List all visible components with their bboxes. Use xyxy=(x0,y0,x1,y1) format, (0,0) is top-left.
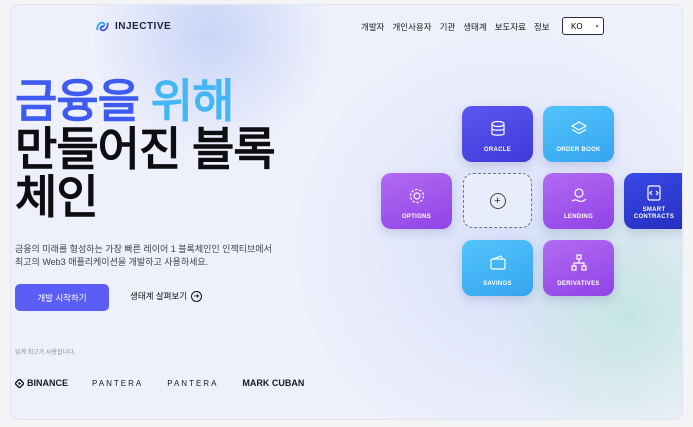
landing-page: INJECTIVE 개발자 개인사용자 기관 생태계 보도자료 정보 KO ▲ … xyxy=(10,4,683,420)
tile-smart-contracts-label-2: CONTRACTS xyxy=(633,214,675,220)
language-value: KO xyxy=(571,21,583,31)
language-select[interactable]: KO ▲ xyxy=(562,17,604,35)
partner-logos: BINANCE PANTERA PANTERA MARK CUBAN xyxy=(15,378,304,388)
partner-pantera-2: PANTERA xyxy=(167,378,219,388)
brand-logo[interactable]: INJECTIVE xyxy=(95,19,171,34)
tile-derivatives[interactable]: DERIVATIVES xyxy=(543,240,614,296)
tile-lending[interactable]: LENDING xyxy=(543,173,614,229)
brand-name: INJECTIVE xyxy=(115,21,172,32)
tile-derivatives-label: DERIVATIVES xyxy=(557,281,600,287)
code-icon xyxy=(647,185,661,201)
gear-icon xyxy=(409,188,424,204)
tile-add[interactable]: + xyxy=(463,173,532,228)
nav-item-press[interactable]: 보도자료 xyxy=(495,21,526,33)
hero-subtitle: 금융의 미래를 형성하는 가장 빠른 레이어 1 블록체인인 인젝티브에서 최고… xyxy=(15,243,315,269)
tile-savings-label: SAVINGS xyxy=(483,281,512,287)
arrow-right-circle-icon: ➜ xyxy=(191,290,203,302)
hero-title: 금융을 위해 만들어진 블록 체인 xyxy=(15,75,276,223)
hero-subtitle-line1: 금융의 미래를 형성하는 가장 빠른 레이어 1 블록체인인 인젝티브에서 xyxy=(15,244,272,254)
nav-item-ecosystem[interactable]: 생태계 xyxy=(463,21,486,33)
explore-ecosystem-link[interactable]: 생태계 살펴보기 ➜ xyxy=(130,290,203,302)
start-building-button[interactable]: 개발 시작하기 xyxy=(15,284,109,311)
nav-item-about[interactable]: 정보 xyxy=(534,21,550,33)
hand-coin-icon xyxy=(571,188,586,202)
tile-oracle[interactable]: ORACLE xyxy=(462,106,533,162)
hero-title-part1: 금융을 xyxy=(15,75,151,127)
tile-smart-contracts-label-1: SMART xyxy=(642,207,666,213)
tile-options[interactable]: OPTIONS xyxy=(381,173,452,229)
trusted-caption: 업계 최고가 사용합니다. xyxy=(15,350,76,356)
hero-subtitle-line2: 최고의 Web3 애플리케이션을 개발하고 사용하세요. xyxy=(15,257,209,267)
tile-smart-contracts[interactable]: SMART CONTRACTS xyxy=(624,173,682,229)
partner-pantera: PANTERA xyxy=(92,378,144,388)
layers-icon xyxy=(570,121,587,135)
wallet-icon xyxy=(489,255,506,270)
tile-lending-label: LENDING xyxy=(563,214,594,220)
nav-item-developers[interactable]: 개발자 xyxy=(361,21,384,33)
chevron-icon: ▲ xyxy=(594,23,600,29)
tile-order-book-label: ORDER BOOK xyxy=(556,147,601,153)
hero-title-part2: 위해 xyxy=(150,75,235,127)
partner-binance-label: BINANCE xyxy=(27,378,69,388)
top-nav: 개발자 개인사용자 기관 생태계 보도자료 정보 xyxy=(361,21,550,33)
injective-logo-icon xyxy=(96,21,109,32)
nav-item-institutions[interactable]: 기관 xyxy=(440,21,456,33)
binance-logo-icon xyxy=(15,378,24,388)
partner-binance: BINANCE xyxy=(15,378,68,388)
plus-icon: + xyxy=(489,192,506,209)
network-icon xyxy=(570,254,587,271)
partner-mark-cuban: MARK CUBAN xyxy=(242,378,305,388)
tile-order-book[interactable]: ORDER BOOK xyxy=(543,106,614,162)
database-icon xyxy=(490,120,505,136)
hero-title-line3: 체인 xyxy=(15,171,99,223)
explore-ecosystem-label: 생태계 살펴보기 xyxy=(130,291,188,301)
tile-oracle-label: ORACLE xyxy=(483,147,512,153)
nav-item-individuals[interactable]: 개인사용자 xyxy=(392,21,431,33)
hero-title-line2: 만들어진 블록 xyxy=(15,123,276,175)
tile-savings[interactable]: SAVINGS xyxy=(462,240,533,296)
tile-options-label: OPTIONS xyxy=(401,214,432,220)
browser-viewport: INJECTIVE 개발자 개인사용자 기관 생태계 보도자료 정보 KO ▲ … xyxy=(0,0,693,427)
